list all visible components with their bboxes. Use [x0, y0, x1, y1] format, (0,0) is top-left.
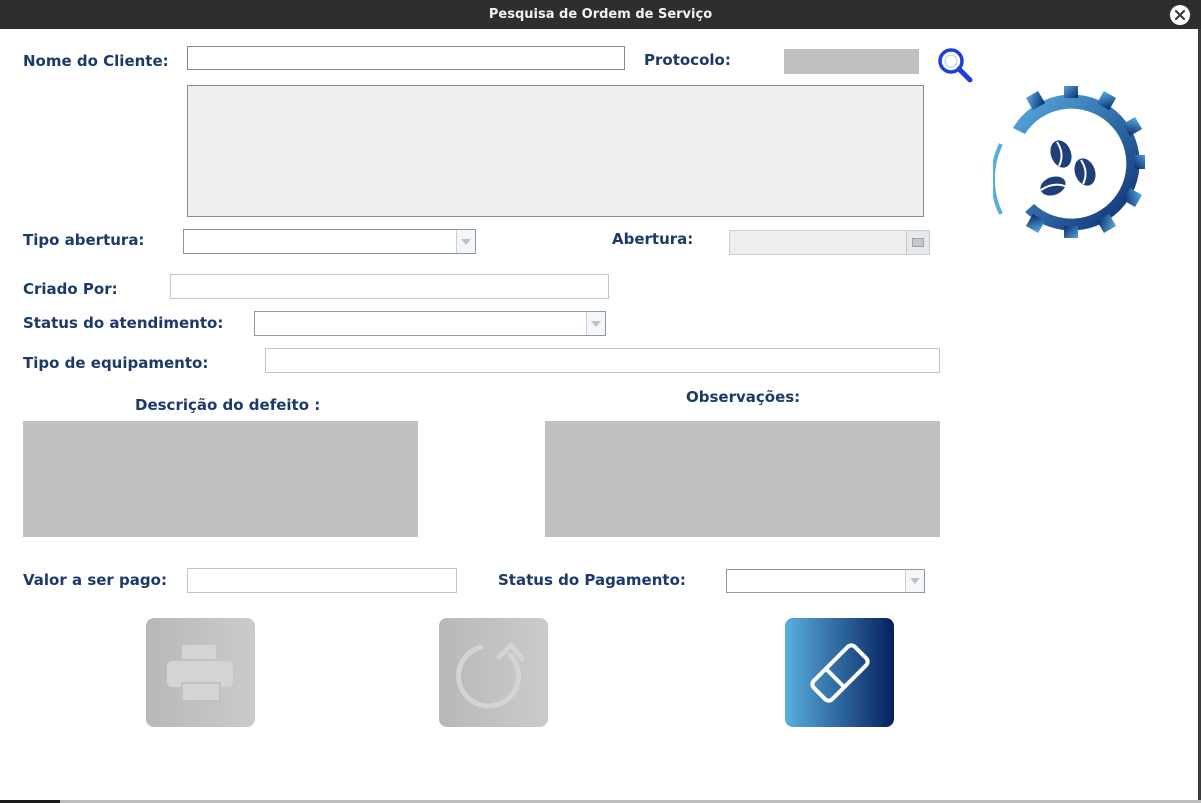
- coffee-gear-logo: [990, 84, 1149, 240]
- tipo-abertura-select[interactable]: [183, 229, 476, 254]
- print-button[interactable]: [146, 618, 255, 727]
- abertura-date-field[interactable]: [729, 230, 930, 255]
- descricao-defeito-textarea[interactable]: [23, 421, 418, 537]
- valor-label: Valor a ser pago:: [23, 571, 167, 589]
- client-results-list[interactable]: [187, 85, 924, 217]
- chevron-down-icon: [910, 578, 920, 584]
- status-atendimento-label: Status do atendimento:: [23, 314, 224, 332]
- criado-por-input[interactable]: [170, 274, 609, 299]
- tipo-abertura-dropdown-button[interactable]: [456, 230, 475, 253]
- printer-icon: [166, 644, 233, 702]
- abertura-label: Abertura:: [612, 230, 694, 248]
- status-pagamento-label: Status do Pagamento:: [498, 571, 686, 589]
- protocolo-field: [784, 49, 919, 74]
- calendar-icon: [912, 238, 924, 247]
- close-window-button[interactable]: [1170, 5, 1190, 25]
- company-logo: [990, 84, 1149, 240]
- eraser-icon: [809, 642, 870, 703]
- form-panel: Nome do Cliente: Protocolo: Tipo abertur…: [0, 29, 1198, 801]
- search-button[interactable]: [936, 47, 976, 85]
- valor-input[interactable]: [187, 568, 457, 593]
- refresh-button[interactable]: [439, 618, 548, 727]
- abertura-calendar-button[interactable]: [906, 231, 929, 254]
- refresh-icon: [455, 642, 524, 708]
- clear-button[interactable]: [785, 618, 894, 727]
- nome-cliente-input[interactable]: [187, 46, 625, 70]
- status-atendimento-select[interactable]: [254, 311, 606, 336]
- descricao-defeito-label: Descrição do defeito :: [135, 396, 321, 414]
- tipo-abertura-label: Tipo abertura:: [23, 231, 145, 249]
- tipo-equipamento-label: Tipo de equipamento:: [23, 354, 209, 372]
- search-icon: [938, 48, 973, 83]
- tipo-equipamento-input[interactable]: [265, 348, 940, 373]
- observacoes-label: Observações:: [686, 388, 801, 406]
- nome-cliente-label: Nome do Cliente:: [23, 52, 169, 70]
- protocolo-label: Protocolo:: [644, 51, 731, 69]
- chevron-down-icon: [461, 238, 471, 245]
- window-title: Pesquisa de Ordem de Serviço: [488, 7, 713, 22]
- status-pagamento-dropdown-button[interactable]: [905, 570, 924, 592]
- observacoes-textarea[interactable]: [545, 421, 940, 537]
- criado-por-label: Criado Por:: [23, 280, 118, 298]
- window-titlebar: Pesquisa de Ordem de Serviço: [0, 0, 1201, 29]
- status-atendimento-dropdown-button[interactable]: [586, 312, 605, 335]
- status-pagamento-select[interactable]: [726, 569, 925, 593]
- chevron-down-icon: [591, 320, 601, 327]
- close-icon: [1175, 10, 1185, 20]
